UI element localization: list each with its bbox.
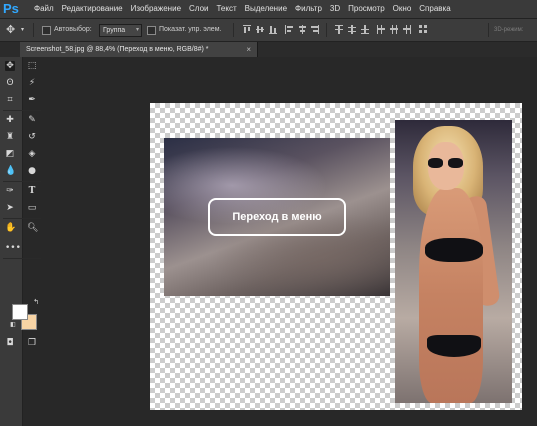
menu-file[interactable]: Файл	[30, 0, 58, 18]
distribute-vcenter-icon[interactable]	[348, 25, 356, 34]
transform-controls-label: Показат. упр. элем.	[159, 26, 222, 33]
photo-swimsuit-top	[425, 238, 483, 262]
autoselect-checkbox[interactable]	[42, 26, 51, 35]
screen-mode-icon[interactable]: ❐	[27, 338, 37, 348]
document-tab[interactable]: Screenshot_58.jpg @ 88,4% (Переход в мен…	[20, 42, 258, 57]
default-colors-icon[interactable]: ◧	[8, 320, 18, 330]
history-brush-tool-icon[interactable]: ↺	[27, 132, 37, 142]
align-right-icon[interactable]	[311, 25, 319, 34]
foreground-color-swatch[interactable]	[12, 304, 28, 320]
hand-tool-icon[interactable]: ✋	[5, 223, 16, 233]
options-bar: ✥ ▾ Автовыбор: Группа ▾ Показат. упр. эл…	[0, 19, 537, 42]
more-tools-icon[interactable]: •••	[5, 243, 21, 253]
document-tab-bar: Screenshot_58.jpg @ 88,4% (Переход в мен…	[0, 42, 537, 57]
align-hcenter-icon[interactable]	[298, 25, 306, 34]
align-bottom-icon[interactable]	[269, 25, 277, 34]
menu-edit[interactable]: Редактирование	[58, 0, 127, 18]
tools-divider	[3, 110, 41, 111]
lasso-tool-icon[interactable]: ʘ	[5, 78, 15, 88]
move-tool-preset-icon[interactable]: ✥	[6, 19, 15, 41]
autoselect-value: Группа	[103, 27, 126, 34]
document-canvas[interactable]: Переход в меню	[150, 103, 522, 410]
tools-divider	[3, 218, 41, 219]
brush-tool-icon[interactable]: ✎	[27, 115, 37, 125]
dropdown-caret-icon: ▾	[135, 27, 139, 33]
eyedropper-tool-icon[interactable]: ✒	[27, 95, 37, 105]
menu-layers[interactable]: Слои	[185, 0, 212, 18]
type-tool-icon[interactable]: T	[27, 186, 37, 196]
rectangle-tool-icon[interactable]: ▭	[27, 203, 37, 213]
quick-mask-icon[interactable]: ◘	[5, 338, 15, 348]
auto-align-icon[interactable]	[419, 25, 427, 34]
photo-body	[419, 188, 483, 403]
pen-tool-icon[interactable]: ✑	[5, 186, 15, 196]
distribute-right-icon[interactable]	[403, 25, 411, 34]
photo-sunglasses	[428, 158, 464, 169]
dodge-tool-icon[interactable]: ●	[27, 166, 37, 176]
menu-filter[interactable]: Фильтр	[291, 0, 326, 18]
align-top-icon[interactable]	[243, 25, 251, 34]
blur-tool-icon[interactable]: 💧	[5, 166, 16, 176]
distribute-bottom-icon[interactable]	[361, 25, 369, 34]
path-selection-tool-icon[interactable]: ➤	[5, 203, 15, 213]
banner-image: Переход в меню	[164, 138, 390, 296]
canvas-area[interactable]: Переход в меню	[45, 57, 537, 426]
menu-bar: Ps Файл Редактирование Изображение Слои …	[0, 0, 537, 19]
align-vcenter-icon[interactable]	[256, 25, 264, 34]
distribute-top-icon[interactable]	[335, 25, 343, 34]
menu-window[interactable]: Окно	[389, 0, 416, 18]
menu-3d[interactable]: 3D	[326, 0, 344, 18]
close-icon[interactable]: ×	[246, 42, 251, 57]
menu-image[interactable]: Изображение	[127, 0, 185, 18]
clone-stamp-tool-icon[interactable]: ♜	[5, 132, 15, 142]
mode-3d-label: 3D-режим:	[494, 27, 524, 33]
swap-colors-icon[interactable]: ↰	[31, 297, 41, 307]
distribute-hcenter-icon[interactable]	[390, 25, 398, 34]
menu-transition-button: Переход в меню	[208, 198, 346, 236]
options-divider	[33, 23, 34, 37]
document-tab-title: Screenshot_58.jpg @ 88,4% (Переход в мен…	[26, 46, 209, 53]
align-left-icon[interactable]	[285, 25, 293, 34]
photo-swimsuit-bottom	[427, 335, 481, 357]
options-divider	[233, 23, 234, 37]
chevron-down-icon[interactable]: ▾	[21, 19, 24, 41]
distribute-left-icon[interactable]	[377, 25, 385, 34]
crop-tool-icon[interactable]: ⌗	[5, 95, 15, 105]
menu-select[interactable]: Выделение	[241, 0, 291, 18]
photoshop-logo-icon: Ps	[3, 1, 19, 16]
healing-brush-tool-icon[interactable]: ✚	[5, 115, 15, 125]
menu-items: Файл Редактирование Изображение Слои Тек…	[30, 0, 455, 18]
model-photo	[395, 120, 512, 403]
tools-divider	[3, 258, 41, 259]
move-tool-icon[interactable]: ✥	[5, 61, 15, 71]
options-divider	[326, 23, 327, 37]
transform-controls-checkbox[interactable]	[147, 26, 156, 35]
tools-panel: ✥ ⬚ ʘ ⚡ ⌗ ✒ ✚ ✎ ♜ ↺ ◩ ◈ 💧 ● ✑ T ➤ ▭ ✋ 🔍︎…	[0, 57, 41, 426]
tools-divider	[3, 181, 41, 182]
menu-help[interactable]: Справка	[415, 0, 454, 18]
magic-wand-tool-icon[interactable]: ⚡	[27, 78, 37, 88]
menu-view[interactable]: Просмотр	[344, 0, 389, 18]
options-divider	[488, 23, 489, 37]
menu-type[interactable]: Текст	[212, 0, 240, 18]
autoselect-dropdown[interactable]: Группа ▾	[99, 24, 142, 37]
paint-bucket-tool-icon[interactable]: ◈	[27, 149, 37, 159]
zoom-tool-icon[interactable]: 🔍︎	[27, 223, 38, 233]
marquee-tool-icon[interactable]: ⬚	[27, 61, 37, 71]
eraser-tool-icon[interactable]: ◩	[5, 149, 15, 159]
autoselect-label: Автовыбор:	[54, 26, 92, 33]
